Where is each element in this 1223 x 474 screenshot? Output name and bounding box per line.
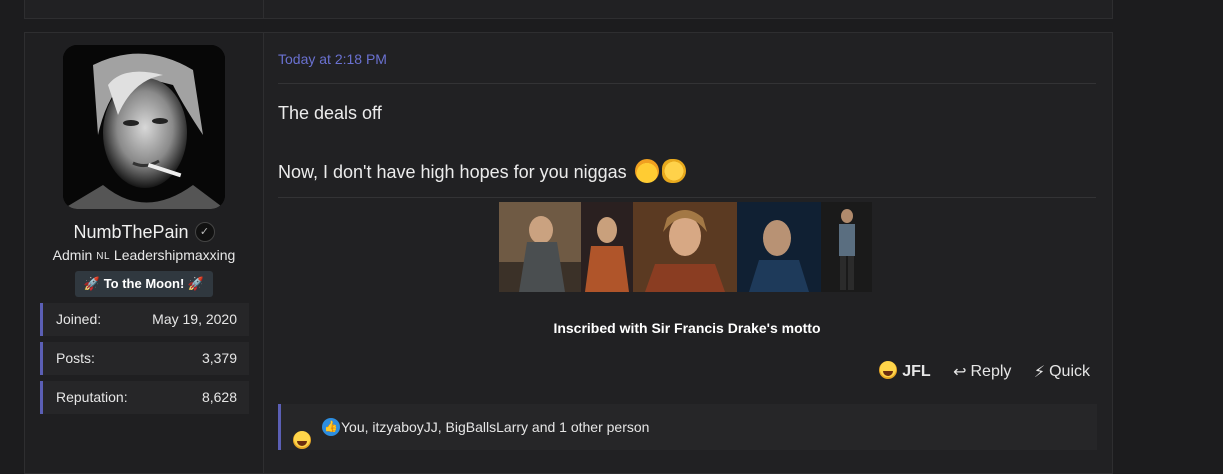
signature-image-3 [633,202,737,292]
username[interactable]: NumbThePain ✓ [25,221,263,243]
signature-image-5 [821,202,872,292]
previous-post [24,0,1113,19]
stat-reputation: Reputation: 8,628 [40,381,249,414]
reactions-bar[interactable]: 👍 You, itzyaboyJJ, BigBallsLarry and 1 o… [278,404,1097,450]
stat-value: May 19, 2020 [152,311,237,327]
thumbs-up-icon: 👍 [322,418,340,436]
signature-image-4 [737,202,821,292]
avatar-image [63,45,225,209]
quick-reply-button[interactable]: ⚡ Quick [1034,362,1090,382]
ok-hand-emoji-icon [661,159,686,183]
stat-label: Reputation: [56,389,128,405]
signature-images [499,202,872,292]
post-text-line: The deals off [278,103,382,123]
user-title-flag: NL [96,250,111,262]
jfl-reaction-button[interactable]: JFL [879,361,931,381]
quick-label: Quick [1049,363,1090,380]
post-actions: JFL ↩ Reply ⚡ Quick [861,361,1090,382]
user-title-suffix: Leadershipmaxxing [113,247,236,263]
forum-post: NumbThePain ✓ Admin NL Leadershipmaxxing … [24,32,1113,474]
reply-arrow-icon: ↩ [953,363,967,381]
reply-button[interactable]: ↩ Reply [953,362,1011,382]
jfl-label: JFL [902,363,931,380]
stat-joined: Joined: May 19, 2020 [40,303,249,336]
verified-badge-icon: ✓ [194,222,215,243]
user-title: Admin NL Leadershipmaxxing [25,247,263,263]
signature-caption: Inscribed with Sir Francis Drake's motto [553,320,821,336]
laughing-face-icon [293,431,311,449]
stat-label: Joined: [56,311,102,327]
signature-image-2 [581,202,633,292]
previous-post-divider [263,0,264,18]
reply-label: Reply [970,363,1012,380]
signature-image-1 [499,202,581,292]
reactions-text[interactable]: You, itzyaboyJJ, BigBallsLarry and 1 oth… [341,404,649,450]
avatar[interactable] [63,45,225,209]
post-text-line: Now, I don't have high hopes for you nig… [278,159,686,183]
post-timestamp[interactable]: Today at 2:18 PM [278,51,387,67]
exploding-head-emoji-icon [634,159,659,183]
user-banner: 🚀 To the Moon! 🚀 [75,271,213,297]
stat-value[interactable]: 3,379 [202,342,237,375]
reaction-icons: 👍 [293,418,340,464]
stat-value: 8,628 [201,389,237,405]
divider [278,83,1096,84]
username-text[interactable]: NumbThePain [73,222,188,242]
user-title-prefix: Admin [52,247,93,263]
post-text: Now, I don't have high hopes for you nig… [278,162,627,182]
lightning-bolt-icon: ⚡ [1033,363,1046,381]
user-sidebar: NumbThePain ✓ Admin NL Leadershipmaxxing … [25,33,264,473]
laughing-face-icon [879,361,898,379]
stat-label: Posts: [56,350,95,366]
stat-posts: Posts: 3,379 [40,342,249,375]
signature-divider [278,197,1096,198]
